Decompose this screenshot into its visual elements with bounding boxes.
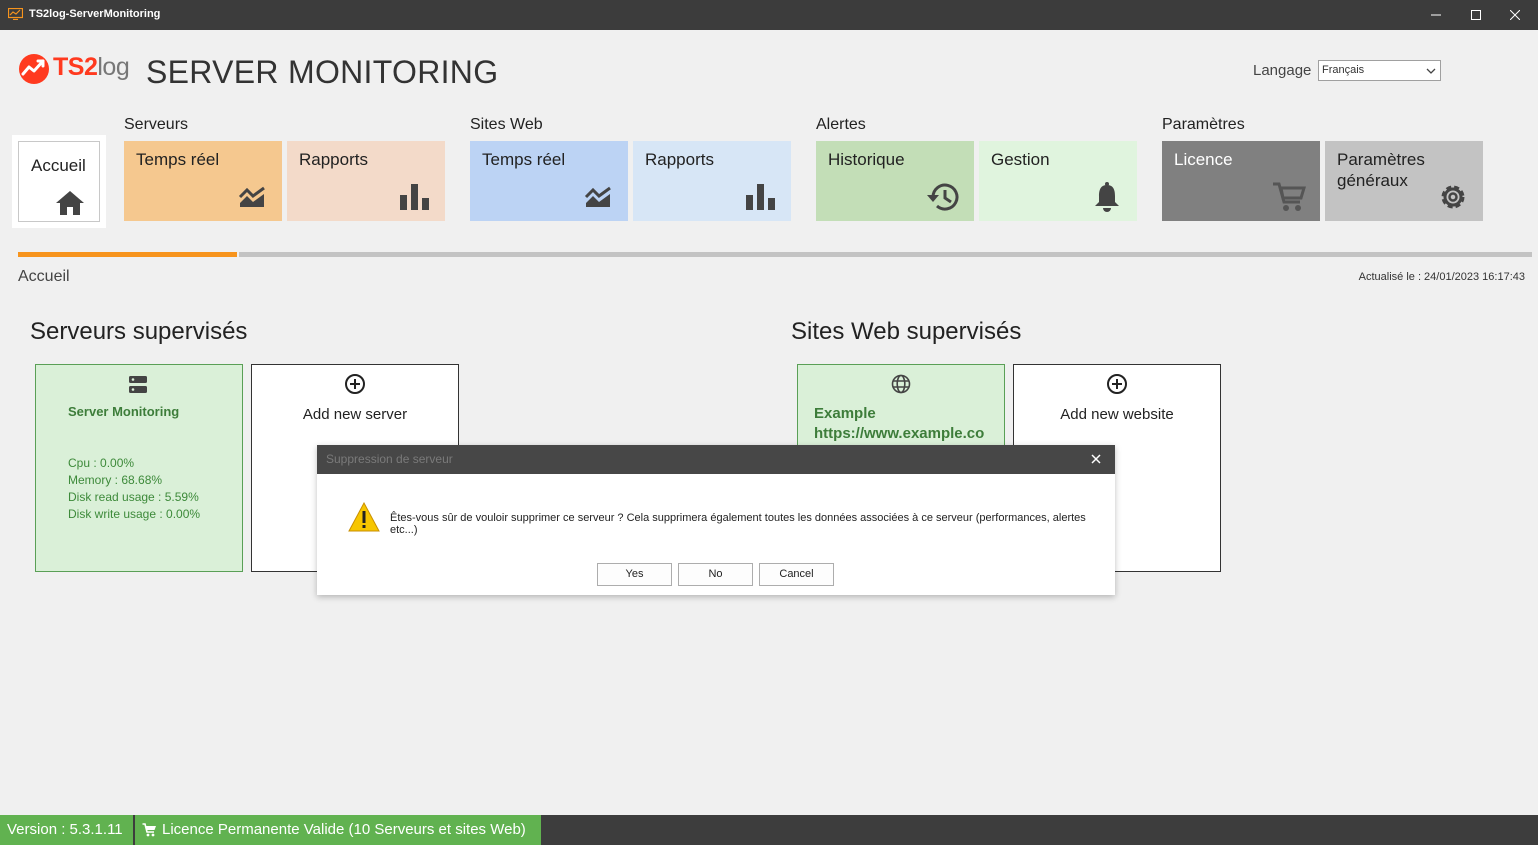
cart-icon <box>142 823 156 837</box>
server-icon <box>129 376 147 393</box>
servers-section-title: Serveurs supervisés <box>30 318 248 345</box>
minimize-icon <box>1431 14 1441 16</box>
tile-settings-licence[interactable]: Licence <box>1162 141 1320 221</box>
page-title: Accueil <box>18 268 70 285</box>
home-icon <box>56 191 84 215</box>
tile-websites-reports[interactable]: Rapports <box>633 141 791 221</box>
group-label-websites: Sites Web <box>470 116 543 133</box>
chevron-down-icon <box>1426 68 1436 74</box>
tile-servers-reports[interactable]: Rapports <box>287 141 445 221</box>
licence-label: Licence Permanente Valide (10 Serveurs e… <box>162 821 526 838</box>
language-value: Français <box>1322 64 1365 76</box>
bar-chart-icon <box>746 184 775 210</box>
home-label: Accueil <box>31 156 86 175</box>
maximize-icon <box>1471 10 1481 20</box>
language-select[interactable]: Français <box>1318 60 1441 81</box>
disk-write-stat: Disk write usage : 0.00% <box>68 507 201 521</box>
logo-mark-icon <box>19 54 49 84</box>
licence-status[interactable]: Licence Permanente Valide (10 Serveurs e… <box>135 815 541 845</box>
globe-icon <box>891 374 911 394</box>
disk-read-stat: Disk read usage : 5.59% <box>68 490 199 504</box>
logo-text: TS2log <box>53 53 130 81</box>
ts2log-logo: TS2log <box>18 52 133 86</box>
home-tile-frame: Accueil <box>18 141 100 222</box>
dialog-title: Suppression de serveur <box>326 452 453 466</box>
tile-servers-realtime[interactable]: Temps réel <box>124 141 282 221</box>
tile-label: Temps réel <box>482 150 566 169</box>
group-label-servers: Serveurs <box>124 116 189 133</box>
group-label-settings: Paramètres <box>1162 116 1245 133</box>
tile-settings-general[interactable]: Paramètres généraux <box>1325 141 1483 221</box>
close-icon <box>1091 454 1101 464</box>
tile-alerts-management[interactable]: Gestion <box>979 141 1137 221</box>
cart-icon <box>1273 182 1306 211</box>
dialog-title-bar: Suppression de serveur <box>317 445 1115 474</box>
dialog-close-button[interactable] <box>1087 450 1105 468</box>
window-title: TS2log-ServerMonitoring <box>29 8 161 20</box>
tile-label: Historique <box>828 150 905 169</box>
plus-circle-icon <box>345 374 365 394</box>
bar-chart-icon <box>400 184 429 210</box>
active-tab-indicator <box>18 252 237 257</box>
tile-label: Paramètres généraux <box>1337 150 1425 190</box>
cancel-button[interactable]: Cancel <box>759 563 834 586</box>
language-label: Langage <box>1253 62 1312 79</box>
tile-label: Licence <box>1174 150 1233 169</box>
no-button[interactable]: No <box>678 563 753 586</box>
nav-home-tile[interactable]: Accueil <box>12 135 106 228</box>
dialog-message: Êtes-vous sûr de vouloir supprimer ce se… <box>390 512 1086 536</box>
tile-label: Gestion <box>991 150 1050 169</box>
website-url: https://www.example.co <box>814 425 985 442</box>
realtime-chart-icon <box>238 186 265 207</box>
gear-icon <box>1441 185 1465 209</box>
website-name: Example <box>814 405 876 422</box>
plus-circle-icon <box>1107 374 1127 394</box>
app-title: SERVER MONITORING <box>146 54 499 90</box>
delete-server-dialog: Suppression de serveur Êtes-vous sûr de … <box>317 445 1115 595</box>
memory-stat: Memory : 68.68% <box>68 473 163 487</box>
tile-label: Rapports <box>299 150 368 169</box>
website-info: Example https://www.example.co <box>814 404 1004 444</box>
version-label: Version : 5.3.1.11 <box>0 815 133 845</box>
history-icon <box>927 183 959 211</box>
yes-button[interactable]: Yes <box>597 563 672 586</box>
tab-indicator-track <box>239 252 1532 257</box>
warning-icon <box>348 502 380 532</box>
app-icon <box>8 8 23 20</box>
tile-label: Temps réel <box>136 150 220 169</box>
realtime-chart-icon <box>584 186 611 207</box>
last-updated: Actualisé le : 24/01/2023 16:17:43 <box>1358 271 1525 283</box>
close-button[interactable] <box>1492 0 1538 30</box>
add-server-label: Add new server <box>302 406 408 423</box>
bell-icon <box>1095 182 1119 212</box>
server-card[interactable]: Server Monitoring Cpu : 0.00% Memory : 6… <box>35 364 243 572</box>
group-label-alerts: Alertes <box>816 116 866 133</box>
tile-alerts-history[interactable]: Historique <box>816 141 974 221</box>
tile-label: Rapports <box>645 150 714 169</box>
websites-section-title: Sites Web supervisés <box>791 318 1022 345</box>
close-icon <box>1510 10 1520 20</box>
tile-websites-realtime[interactable]: Temps réel <box>470 141 628 221</box>
cpu-stat: Cpu : 0.00% <box>68 456 135 470</box>
title-bar: TS2log-ServerMonitoring <box>0 0 1538 30</box>
add-website-label: Add new website <box>1060 406 1174 423</box>
server-stats: Cpu : 0.00% Memory : 68.68% Disk read us… <box>68 455 200 523</box>
server-name: Server Monitoring <box>68 404 180 419</box>
status-bar: Version : 5.3.1.11 Licence Permanente Va… <box>0 815 1538 845</box>
